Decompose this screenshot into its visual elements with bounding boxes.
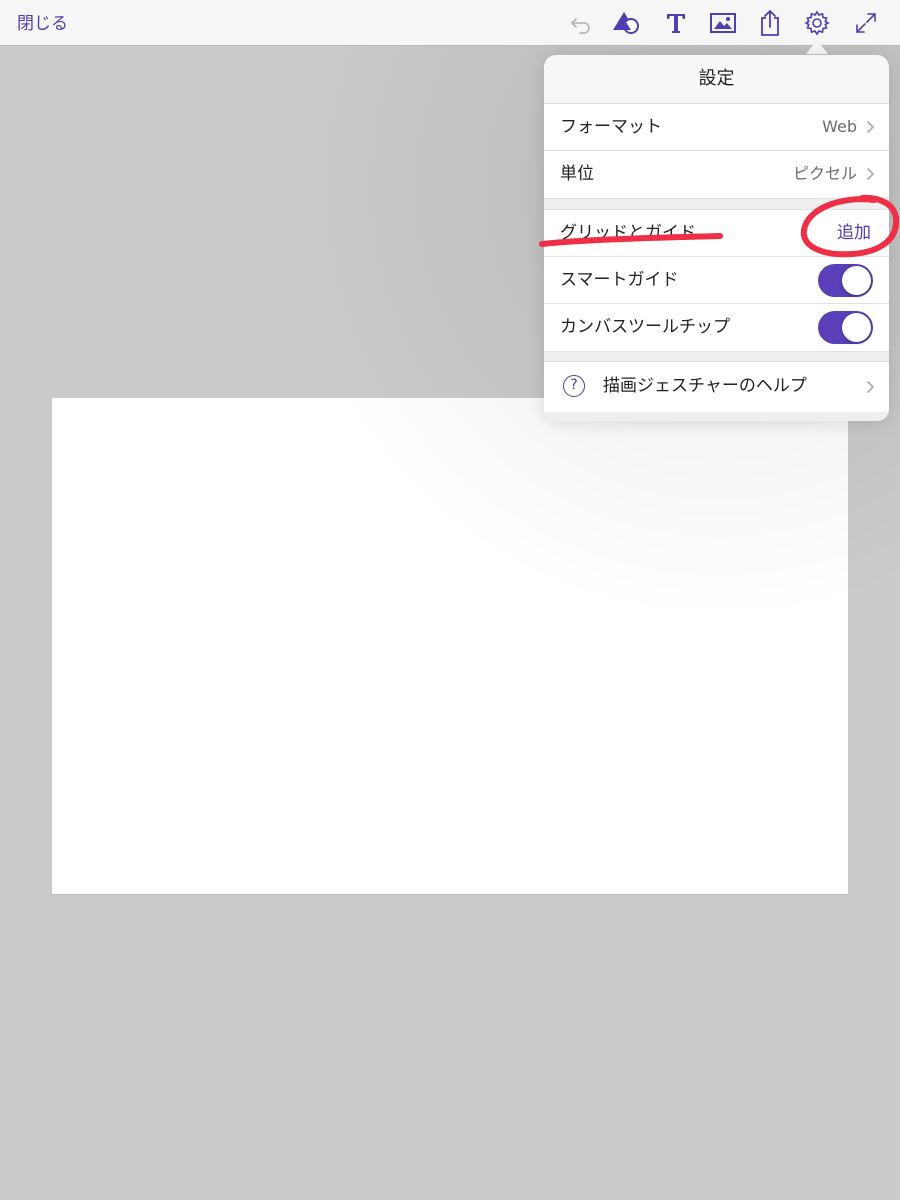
grids-guides-label: グリッドとガイド bbox=[560, 223, 696, 243]
gesture-help-row[interactable]: ? 描画ジェスチャーのヘルプ bbox=[544, 362, 889, 412]
chevron-right-icon bbox=[866, 120, 875, 134]
section-separator bbox=[544, 351, 889, 362]
text-icon[interactable] bbox=[661, 8, 691, 38]
popover-arrow bbox=[806, 40, 828, 54]
chevron-right-icon bbox=[866, 380, 875, 394]
grids-guides-row: グリッドとガイド 追加 bbox=[544, 210, 889, 257]
canvas-tooltips-toggle[interactable] bbox=[818, 311, 873, 344]
toggle-knob bbox=[842, 313, 871, 342]
help-group: ? 描画ジェスチャーのヘルプ bbox=[544, 362, 889, 412]
add-grid-button[interactable]: 追加 bbox=[837, 210, 871, 256]
guides-settings-group: グリッドとガイド 追加 スマートガイド カンバスツールチップ bbox=[544, 210, 889, 351]
units-label: 単位 bbox=[560, 164, 594, 184]
image-icon[interactable] bbox=[708, 8, 738, 38]
artboard[interactable] bbox=[52, 398, 848, 895]
canvas-tooltips-row: カンバスツールチップ bbox=[544, 304, 889, 351]
section-separator bbox=[544, 198, 889, 210]
popover-footer bbox=[544, 412, 889, 421]
popover-title: 設定 bbox=[544, 55, 889, 104]
shapes-icon[interactable] bbox=[612, 8, 642, 38]
units-row[interactable]: 単位 ピクセル bbox=[544, 151, 889, 198]
top-toolbar: 閉じる bbox=[0, 0, 900, 46]
expand-icon[interactable] bbox=[851, 8, 881, 38]
gear-icon[interactable] bbox=[802, 8, 832, 38]
units-value: ピクセル bbox=[792, 164, 857, 183]
toggle-knob bbox=[842, 266, 871, 295]
chevron-right-icon bbox=[866, 167, 875, 181]
smart-guides-row: スマートガイド bbox=[544, 257, 889, 304]
share-icon[interactable] bbox=[755, 8, 785, 38]
undo-icon[interactable] bbox=[566, 8, 596, 38]
close-button[interactable]: 閉じる bbox=[17, 9, 68, 34]
format-label: フォーマット bbox=[560, 117, 662, 137]
settings-popover: 設定 フォーマット Web 単位 ピクセル グリッドとガイド 追加 スマートガイ… bbox=[544, 55, 889, 421]
smart-guides-toggle[interactable] bbox=[818, 264, 873, 297]
help-icon: ? bbox=[563, 375, 585, 397]
format-row[interactable]: フォーマット Web bbox=[544, 104, 889, 151]
document-settings-group: フォーマット Web 単位 ピクセル bbox=[544, 104, 889, 198]
smart-guides-label: スマートガイド bbox=[560, 270, 679, 290]
gesture-help-label: 描画ジェスチャーのヘルプ bbox=[603, 376, 807, 396]
format-value: Web bbox=[822, 117, 857, 136]
canvas-tooltips-label: カンバスツールチップ bbox=[560, 317, 730, 337]
